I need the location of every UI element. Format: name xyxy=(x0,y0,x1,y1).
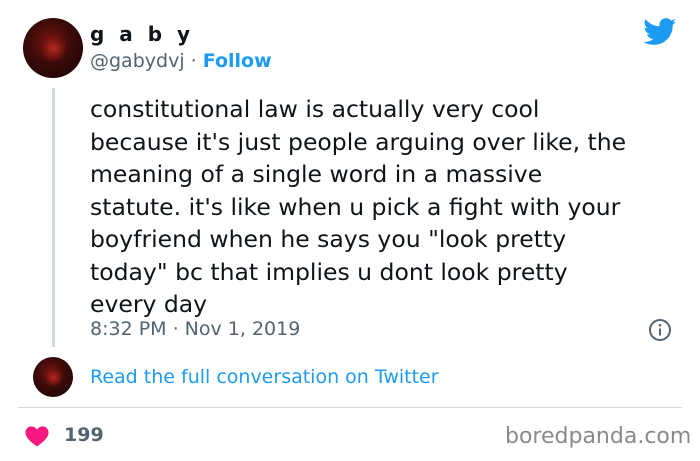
info-icon[interactable] xyxy=(648,318,672,342)
author-handle-row: @gabydvj · Follow xyxy=(90,50,272,72)
heart-icon[interactable] xyxy=(24,425,50,447)
tweet-line: today" bc that implies u dont look prett… xyxy=(90,257,568,286)
tweet-text: constitutional law is actually very cool… xyxy=(90,93,690,321)
author-display-name[interactable]: g a b y xyxy=(90,22,194,46)
twitter-bird-icon[interactable] xyxy=(643,18,677,46)
tweet-line: statute. it's like when u pick a fight w… xyxy=(90,192,621,221)
footer-divider xyxy=(18,407,682,408)
conversation-avatar[interactable] xyxy=(33,357,73,397)
handle-separator: · xyxy=(190,50,197,72)
boredpanda-watermark: boredpanda.com xyxy=(505,424,692,449)
like-count[interactable]: 199 xyxy=(64,424,104,446)
tweet-timestamp[interactable]: 8:32 PM · Nov 1, 2019 xyxy=(90,318,300,340)
read-full-conversation-link[interactable]: Read the full conversation on Twitter xyxy=(90,366,439,388)
tweet-line: meaning of a single word in a massive xyxy=(90,160,543,188)
author-handle[interactable]: @gabydvj xyxy=(90,50,185,72)
thread-connector-line xyxy=(52,88,55,347)
tweet-line: boyfriend when he says you "look pretty xyxy=(90,225,567,253)
tweet-line: because it's just people arguing over li… xyxy=(90,127,627,156)
tweet-line: constitutional law is actually very cool xyxy=(90,95,540,123)
tweet-line: every day xyxy=(90,290,208,318)
author-avatar[interactable] xyxy=(23,18,83,78)
follow-button[interactable]: Follow xyxy=(203,50,272,72)
